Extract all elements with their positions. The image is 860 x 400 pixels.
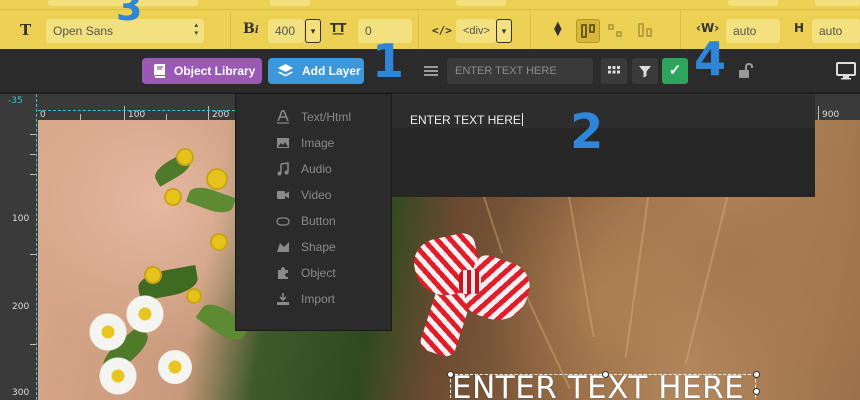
add-layer-menu: Text/Html Image Audio Video Button Shape… (235, 93, 392, 331)
button-icon (276, 217, 290, 226)
layers-icon (278, 64, 293, 77)
font-family-value: Open Sans (53, 24, 114, 38)
ruler-tick-label: 300 (12, 388, 30, 398)
width-field[interactable]: auto (726, 19, 780, 43)
puzzle-icon (278, 267, 288, 279)
text-edit-panel: ENTER TEXT HERE (392, 94, 815, 197)
menu-item-shape[interactable]: Shape (236, 234, 393, 260)
hamburger-icon[interactable] (420, 60, 442, 82)
text-edit-area[interactable]: ENTER TEXT HERE (410, 113, 523, 127)
ruler-tick-label: 200 (212, 110, 230, 120)
video-icon (277, 191, 289, 199)
import-icon (277, 293, 289, 305)
resize-handle[interactable] (447, 371, 454, 378)
menu-item-import[interactable]: Import (236, 286, 393, 312)
font-weight-icon: Bi (243, 21, 259, 37)
text-icon (277, 110, 289, 124)
ruler-tick-label: 100 (128, 110, 146, 120)
daisy-flower (126, 295, 164, 333)
horizontal-guide-line[interactable] (38, 110, 235, 111)
vertical-ruler[interactable]: 100 200 300 (0, 94, 38, 400)
font-weight-dropdown-arrow[interactable]: ▾ (305, 19, 321, 43)
daisy-flower (158, 350, 192, 384)
daisy-flower (86, 310, 130, 354)
desktop-view-icon[interactable] (836, 61, 856, 81)
menu-item-object[interactable]: Object (236, 260, 393, 286)
menu-item-button[interactable]: Button (236, 208, 393, 234)
resize-handle[interactable] (753, 388, 760, 395)
yellow-flower (188, 290, 200, 302)
code-tag-icon: </> (432, 24, 452, 37)
menu-item-image[interactable]: Image (236, 130, 393, 156)
object-library-button[interactable]: Object Library (142, 58, 262, 84)
ruler-tick-label: 0 (40, 110, 46, 120)
vertical-guide-line[interactable] (36, 94, 37, 400)
grid-button[interactable] (601, 58, 627, 84)
music-icon (277, 162, 289, 176)
font-family-icon: T (20, 21, 32, 39)
add-layer-button[interactable]: Add Layer (268, 58, 364, 84)
ruler-tick-label: 900 (822, 110, 840, 120)
yellow-flower (208, 170, 226, 188)
book-icon (154, 64, 165, 78)
ruler-offset-badge: -35 (8, 96, 23, 106)
align-middle-button[interactable] (604, 19, 628, 43)
yellow-flower (178, 150, 192, 164)
letter-spacing-icon: T͟T (330, 21, 347, 35)
confirm-button[interactable]: ✓ (662, 58, 688, 84)
ruler-tick-label: 200 (12, 302, 30, 312)
callout-number-2: 2 (570, 104, 604, 160)
html-tag-dropdown-arrow[interactable]: ▾ (496, 19, 512, 43)
vertical-order-icon[interactable]: ▲ ▼ (554, 21, 562, 38)
font-weight-field[interactable]: 400 (268, 19, 304, 43)
height-field[interactable]: auto (812, 19, 860, 43)
callout-number-1: 1 (372, 34, 405, 88)
yellow-flower (146, 268, 160, 282)
align-top-button[interactable] (576, 19, 600, 43)
resize-handle[interactable] (753, 371, 760, 378)
grid-icon (608, 66, 620, 74)
daisy-flower (98, 356, 138, 396)
menu-item-audio[interactable]: Audio (236, 156, 393, 182)
shape-icon (277, 242, 289, 252)
menu-item-text-html[interactable]: Text/Html (236, 104, 393, 130)
callout-number-4: 4 (694, 32, 727, 86)
html-tag-field[interactable]: <div> (456, 19, 496, 43)
callout-number-3: 3 (116, 0, 143, 29)
filter-icon (639, 66, 651, 78)
menu-item-video[interactable]: Video (236, 182, 393, 208)
text-caret (521, 113, 523, 126)
filter-button[interactable] (632, 58, 658, 84)
align-bottom-button[interactable] (634, 19, 658, 43)
height-icon: H (794, 21, 805, 35)
yellow-flower (166, 190, 180, 204)
ruler-tick-label: 100 (12, 214, 30, 224)
unlock-icon[interactable] (737, 63, 753, 79)
resize-handle[interactable] (602, 371, 609, 378)
checkmark-icon: ✓ (668, 62, 682, 79)
yellow-flower (212, 235, 226, 249)
image-icon (277, 138, 289, 148)
layer-text-input[interactable]: ENTER TEXT HERE (447, 58, 593, 84)
text-layer-selection-frame (450, 374, 756, 400)
layer-toolbar: Object Library Add Layer ENTER TEXT HERE… (0, 49, 860, 93)
